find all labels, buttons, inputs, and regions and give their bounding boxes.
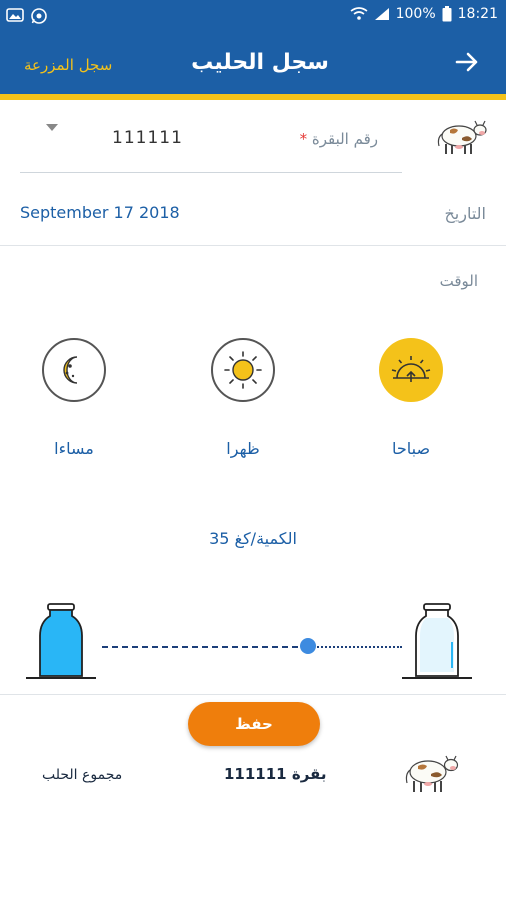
date-label: التاريخ — [444, 204, 486, 223]
back-arrow-icon[interactable] — [454, 49, 480, 75]
gallery-icon — [6, 8, 24, 22]
period-label-noon[interactable]: ظهرا — [193, 439, 293, 458]
moon-icon — [63, 356, 78, 384]
quantity-slider-track[interactable] — [310, 646, 402, 648]
status-bar: 100% 18:21 — [0, 0, 506, 32]
time-label: الوقت — [439, 272, 478, 290]
empty-bottle-icon — [402, 603, 472, 679]
required-marker: * — [299, 130, 308, 148]
period-label-morning[interactable]: صباحا — [361, 439, 461, 458]
page-title: سجل الحليب — [191, 50, 329, 75]
date-picker[interactable]: September 17 2018 — [20, 203, 180, 222]
sunrise-icon — [391, 356, 431, 382]
milking-total-label: مجموع الحلب — [42, 767, 123, 783]
quantity-slider-track-filled[interactable] — [102, 646, 308, 648]
save-button[interactable]: حفظ — [188, 702, 320, 746]
battery-percent: 100% — [395, 6, 436, 22]
cow-number-underline — [20, 172, 402, 173]
whatsapp-icon — [31, 8, 47, 24]
signal-icon — [374, 8, 389, 20]
cow-number-select[interactable]: 111111 — [112, 128, 183, 148]
farm-log-link[interactable]: سجل المزرعة — [24, 56, 112, 74]
full-bottle-icon — [26, 603, 96, 679]
quantity-label: 35 الكمية/كغ — [209, 529, 297, 548]
battery-icon — [442, 6, 452, 22]
cow-icon — [437, 120, 487, 154]
period-label-evening[interactable]: مساءا — [24, 439, 124, 458]
quantity-slider-thumb[interactable] — [300, 638, 316, 654]
period-option-noon[interactable] — [211, 338, 275, 402]
wifi-icon — [350, 7, 368, 20]
cow-number-label-text: رقم البقرة — [311, 130, 378, 148]
dropdown-arrow-icon[interactable] — [46, 124, 58, 131]
summary-cow-label: بقرة 111111 — [224, 765, 327, 783]
period-option-evening[interactable] — [42, 338, 106, 402]
cow-icon — [405, 755, 459, 792]
divider — [0, 245, 506, 246]
clock-time: 18:21 — [457, 6, 498, 22]
divider — [0, 694, 506, 695]
app-bar-accent-stripe — [0, 94, 506, 100]
sun-icon — [224, 351, 262, 389]
period-option-morning[interactable] — [379, 338, 443, 402]
cow-number-label: * رقم البقرة — [296, 130, 378, 148]
